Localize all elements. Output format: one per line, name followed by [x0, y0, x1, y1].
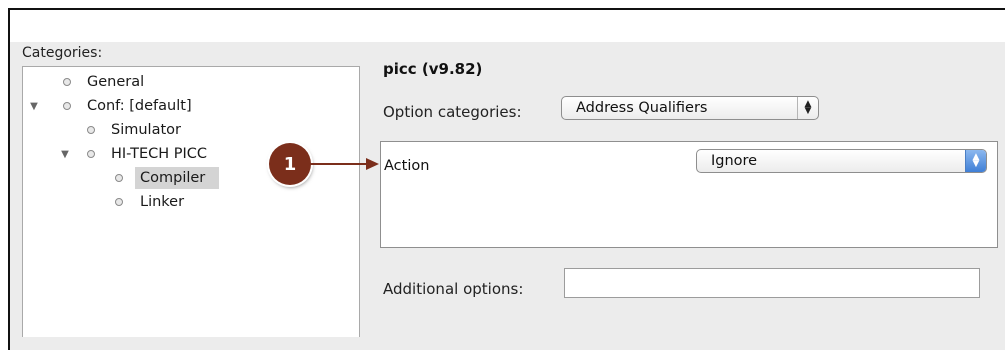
additional-options-input[interactable]	[564, 268, 980, 298]
option-categories-value: Address Qualifiers	[576, 100, 708, 116]
categories-label: Categories:	[22, 45, 103, 61]
updown-arrows-icon: ▲ ▼	[797, 97, 818, 119]
compiler-title: picc (v9.82)	[383, 60, 483, 78]
tree-item-label: General	[87, 74, 145, 90]
action-select[interactable]: Ignore ▲ ▼	[696, 149, 987, 173]
expand-triangle-icon[interactable]: ▼	[59, 149, 71, 160]
categories-tree[interactable]: General ▼ Conf: [default] Simulator ▼ HI…	[22, 66, 360, 337]
top-strip	[10, 10, 1005, 42]
node-bullet-icon	[115, 198, 123, 206]
tree-item-label: HI-TECH PICC	[111, 146, 208, 162]
tree-item-label: Linker	[140, 194, 185, 210]
node-bullet-icon	[87, 126, 95, 134]
node-bullet-icon	[87, 150, 95, 158]
action-value: Ignore	[711, 153, 758, 169]
tree-item-label: Conf: [default]	[87, 98, 192, 114]
expand-triangle-icon[interactable]: ▼	[28, 101, 40, 112]
callout-badge: 1	[269, 143, 311, 185]
tree-item-label: Simulator	[111, 122, 181, 138]
tree-item-simulator[interactable]: Simulator	[23, 118, 359, 142]
tree-item-label: Compiler	[140, 170, 206, 186]
node-bullet-icon	[115, 174, 123, 182]
option-categories-label: Option categories:	[383, 103, 522, 121]
additional-options-label: Additional options:	[383, 280, 524, 298]
tree-item-conf-default[interactable]: ▼ Conf: [default]	[23, 94, 359, 118]
option-categories-select[interactable]: Address Qualifiers ▲ ▼	[561, 96, 819, 120]
callout-arrow-icon	[310, 158, 379, 170]
node-bullet-icon	[63, 78, 71, 86]
node-bullet-icon	[63, 102, 71, 110]
action-label: Action	[384, 158, 430, 174]
tree-item-general[interactable]: General	[23, 70, 359, 94]
updown-arrows-icon: ▲ ▼	[965, 150, 986, 172]
tree-item-linker[interactable]: Linker	[23, 190, 359, 214]
